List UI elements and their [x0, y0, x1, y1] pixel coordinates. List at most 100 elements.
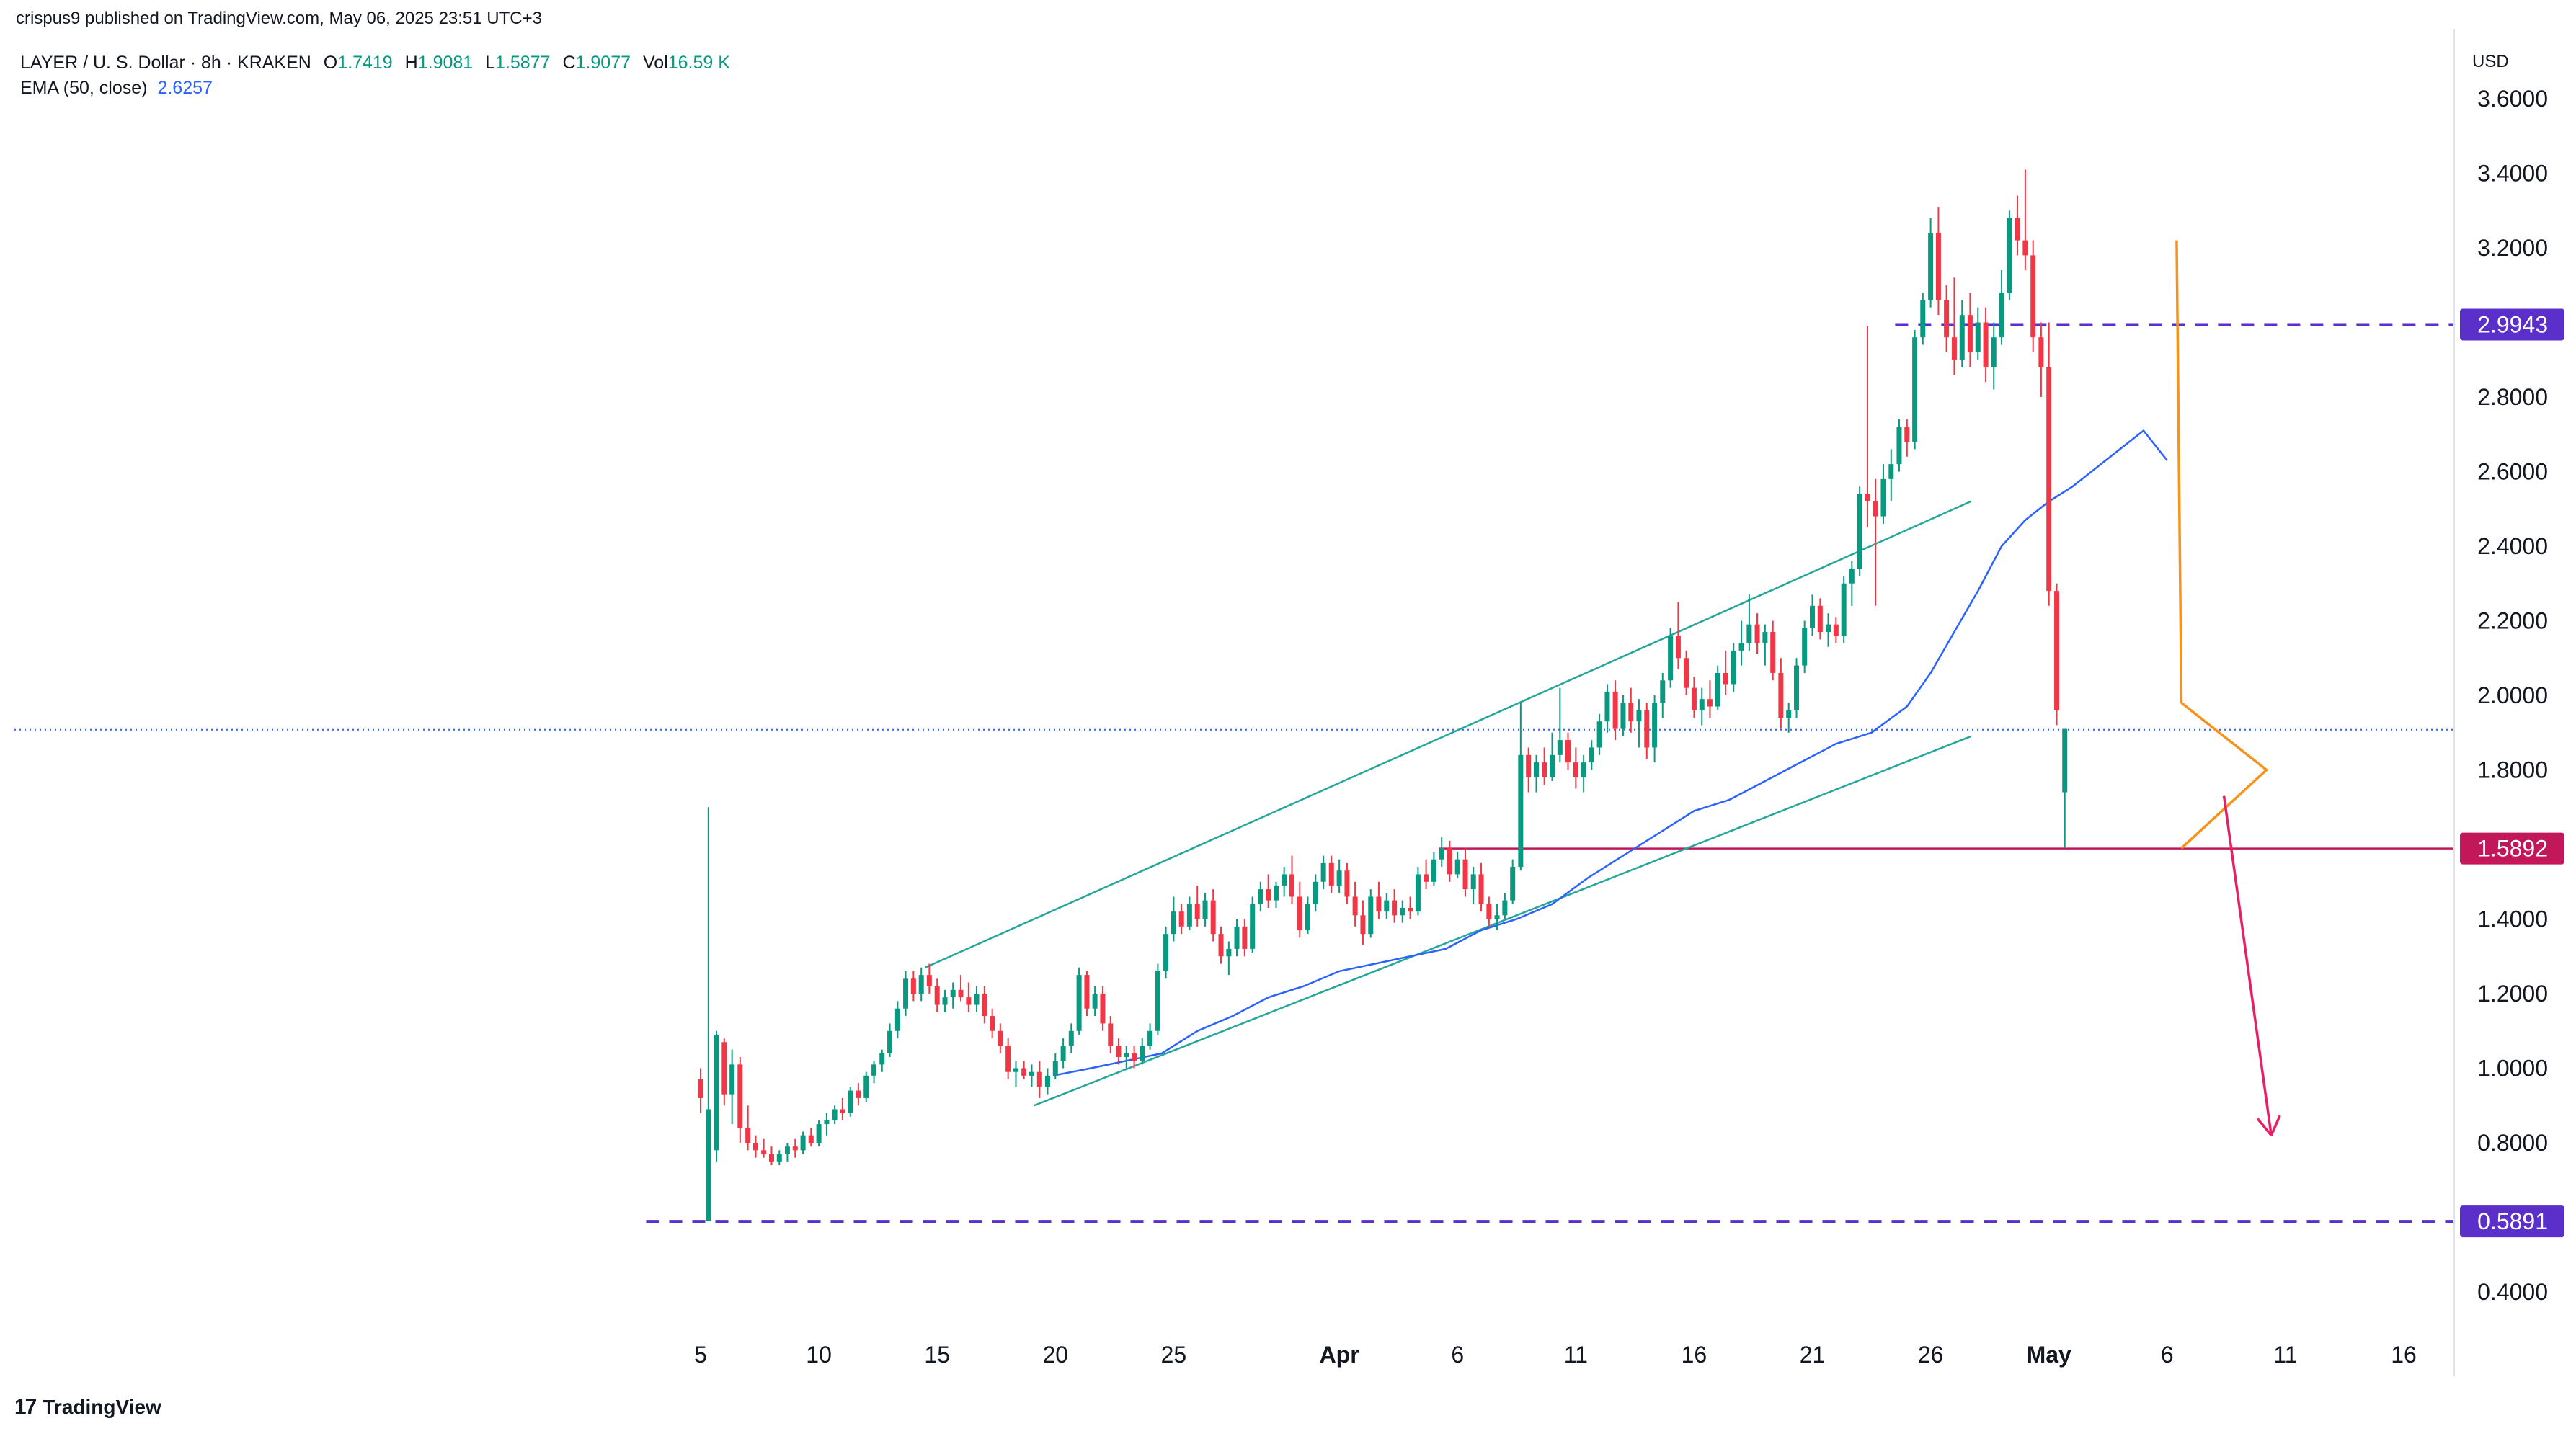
candle-body: [1360, 915, 1366, 935]
candle-body: [1305, 904, 1310, 931]
triangle-pattern: [2180, 702, 2269, 850]
candle-body: [871, 1064, 877, 1076]
candle-body: [1486, 904, 1492, 919]
candle-body: [1999, 293, 2004, 338]
candle: [1400, 900, 1405, 923]
candle-body: [1021, 1068, 1027, 1076]
candle: [1250, 896, 1256, 953]
candle: [714, 1030, 719, 1162]
candle-body: [1313, 881, 1318, 904]
candle: [816, 1120, 822, 1147]
candle: [1849, 561, 1855, 606]
candle: [2022, 169, 2028, 271]
candle: [1140, 1038, 1145, 1065]
candle-body: [1320, 862, 1326, 882]
channel-upper-line: [925, 500, 1971, 968]
candle-body: [1652, 703, 1658, 748]
y-tick-label: 3.4000: [2477, 161, 2548, 187]
candle: [887, 1023, 893, 1057]
candle-body: [1762, 632, 1768, 643]
candle-body: [982, 994, 987, 1017]
y-tick-label: 2.0000: [2477, 682, 2548, 708]
candle: [1392, 889, 1398, 923]
candle-body: [1124, 1053, 1129, 1057]
candle-body: [1210, 900, 1216, 935]
candle-body: [768, 1154, 774, 1162]
candle: [1234, 919, 1240, 957]
x-tick-label: 11: [2273, 1342, 2297, 1368]
candle: [1116, 1038, 1122, 1065]
candle: [903, 971, 909, 1017]
candle: [1266, 874, 1271, 908]
candle-body: [1778, 672, 1784, 718]
x-tick-label: 20: [1042, 1342, 1068, 1368]
candle-body: [1802, 628, 1808, 666]
x-tick-label: 10: [806, 1342, 832, 1368]
candle-body: [1431, 859, 1436, 882]
candle: [871, 1061, 877, 1084]
candle-body: [1699, 699, 1705, 710]
candle: [1557, 687, 1563, 763]
candle-body: [1186, 904, 1192, 927]
candle: [1155, 963, 1160, 1035]
candle: [1424, 859, 1429, 890]
candle: [1581, 754, 1586, 793]
candle: [1415, 867, 1421, 916]
x-tick-label: 6: [2161, 1342, 2174, 1368]
candle: [926, 963, 932, 994]
candle-body: [1163, 934, 1169, 971]
price-chart[interactable]: 3.60003.40003.20003.00002.80002.60002.40…: [0, 0, 2576, 1431]
candle-body: [856, 1090, 861, 1098]
candle-body: [1565, 740, 1571, 763]
candle: [1108, 1016, 1114, 1053]
candle: [1210, 889, 1216, 942]
candle-body: [966, 997, 972, 1005]
candle-body: [1526, 754, 1532, 777]
candle-body: [1920, 300, 1926, 338]
candle-body: [745, 1128, 751, 1143]
candle-body: [1896, 427, 1902, 465]
candle: [2030, 240, 2036, 352]
candle-body: [1967, 315, 1973, 352]
candle: [1684, 650, 1689, 695]
candle: [1904, 419, 1910, 457]
x-tick-label: 5: [694, 1342, 707, 1368]
candle: [1802, 620, 1808, 673]
candle: [1282, 867, 1287, 897]
candle-body: [1581, 762, 1586, 777]
candle-body: [1620, 703, 1626, 729]
candle: [1344, 862, 1350, 904]
tradingview-logo[interactable]: 17 TradingView: [14, 1395, 161, 1419]
candle: [1841, 576, 1847, 643]
candle-body: [832, 1109, 838, 1120]
candle-body: [863, 1075, 869, 1098]
level-price-label: 1.5892: [2477, 836, 2548, 862]
candle-body: [1297, 896, 1302, 931]
candle-body: [1550, 754, 1555, 777]
candle: [1084, 971, 1090, 1017]
candle: [729, 1049, 735, 1125]
candle-body: [1352, 896, 1358, 916]
candle-body: [1534, 762, 1540, 777]
candle: [1991, 322, 1997, 390]
y-tick-label: 0.8000: [2477, 1130, 2548, 1156]
candle-body: [1904, 427, 1910, 442]
candle: [1100, 986, 1106, 1031]
candle-body: [1660, 680, 1666, 703]
candle: [1731, 643, 1736, 692]
candle: [958, 975, 964, 1002]
candle-body: [1935, 233, 1941, 300]
candle: [1534, 754, 1540, 793]
candle-body: [848, 1090, 853, 1113]
candle: [800, 1131, 806, 1154]
candle-body: [1738, 643, 1744, 651]
candle-body: [926, 975, 932, 986]
candle-body: [974, 994, 980, 1005]
candle: [982, 986, 987, 1024]
candle-body: [1447, 848, 1452, 875]
candle: [1171, 896, 1176, 942]
candle: [1052, 1053, 1058, 1080]
candle-body: [1132, 1053, 1137, 1061]
candle: [737, 1056, 743, 1143]
candle-body: [1462, 859, 1468, 890]
